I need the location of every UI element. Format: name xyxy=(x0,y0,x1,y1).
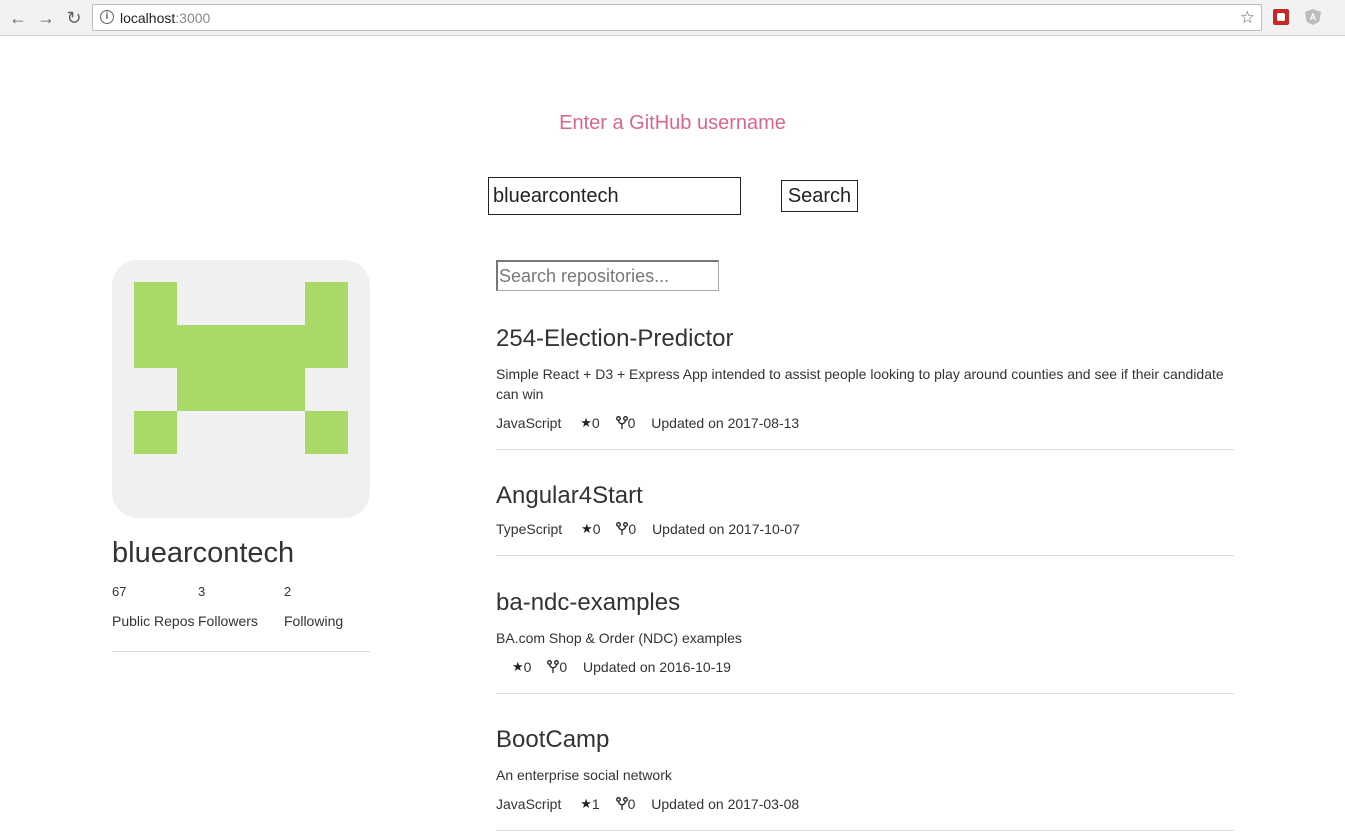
repo-search-input[interactable] xyxy=(496,260,719,291)
star-icon: ★ xyxy=(580,415,592,431)
angular-extension-icon[interactable]: A xyxy=(1305,9,1321,25)
username-input[interactable] xyxy=(488,177,741,215)
fork-count: 0 xyxy=(627,415,636,432)
avatar-pixel xyxy=(305,411,348,454)
star-count: 0 xyxy=(592,521,601,538)
page-headline: Enter a GitHub username xyxy=(559,112,786,134)
fork-count: 0 xyxy=(559,659,568,676)
fork-count: 0 xyxy=(628,521,637,538)
repo-name-link[interactable]: Angular4Start xyxy=(496,482,1234,510)
fork-count: 0 xyxy=(627,796,636,813)
repo-description: BA.com Shop & Order (NDC) examples xyxy=(496,630,742,646)
reload-icon[interactable]: ↻ xyxy=(62,6,86,30)
star-icon: ★ xyxy=(512,659,524,675)
repo-updated: Updated on 2017-03-08 xyxy=(651,796,800,813)
url-port: :3000 xyxy=(175,10,211,26)
fork-icon xyxy=(616,522,629,536)
star-count: 1 xyxy=(591,796,600,813)
followers-label: Followers xyxy=(198,613,258,629)
avatar-pixel xyxy=(134,411,177,454)
public-repos-count: 67 xyxy=(112,584,127,599)
star-count: 0 xyxy=(591,415,600,432)
repo-divider xyxy=(496,693,1234,694)
repo-item: ba-ndc-examples BA.com Shop & Order (NDC… xyxy=(496,589,1234,694)
fork-icon xyxy=(615,797,628,811)
extension-icon[interactable] xyxy=(1273,9,1289,25)
repo-meta: JavaScript ★0 0 Updated on 2017-08-13 xyxy=(496,414,1234,434)
repo-meta: JavaScript ★1 0 Updated on 2017-03-08 xyxy=(496,795,1234,815)
avatar xyxy=(112,260,370,518)
following-count: 2 xyxy=(284,584,292,599)
browser-toolbar: ← → ↻ i localhost:3000 ☆ A xyxy=(0,0,1345,36)
bookmark-star-icon[interactable]: ☆ xyxy=(1240,8,1255,28)
profile-divider xyxy=(112,651,370,652)
repo-divider xyxy=(496,555,1234,556)
url-host: localhost xyxy=(120,10,176,26)
fork-icon xyxy=(547,660,560,674)
search-button[interactable]: Search xyxy=(781,180,858,212)
repo-updated: Updated on 2017-08-13 xyxy=(651,415,800,432)
followers-count: 3 xyxy=(198,584,206,599)
repo-item: 254-Election-Predictor Simple React + D3… xyxy=(496,325,1234,450)
repo-name-link[interactable]: 254-Election-Predictor xyxy=(496,325,1234,353)
repo-divider xyxy=(496,830,1234,831)
info-icon[interactable]: i xyxy=(100,10,114,24)
repo-updated: Updated on 2016-10-19 xyxy=(583,659,731,676)
repo-updated: Updated on 2017-10-07 xyxy=(652,521,800,538)
repo-language: TypeScript xyxy=(496,521,563,538)
address-bar[interactable]: i localhost:3000 ☆ xyxy=(92,4,1262,31)
star-icon: ★ xyxy=(580,796,592,812)
repo-description: An enterprise social network xyxy=(496,767,672,783)
profile-name: bluearcontech xyxy=(112,537,295,569)
repo-item: BootCamp An enterprise social network Ja… xyxy=(496,726,1234,831)
repo-meta: TypeScript ★0 0 Updated on 2017-10-07 xyxy=(496,520,1234,540)
repo-language: JavaScript xyxy=(496,796,562,813)
following-label: Following xyxy=(284,613,344,629)
repo-item: Angular4Start TypeScript ★0 0 Updated on… xyxy=(496,482,1234,556)
repo-name-link[interactable]: BootCamp xyxy=(496,726,1234,754)
public-repos-label: Public Repos xyxy=(112,613,195,629)
repo-meta: ★0 0 Updated on 2016-10-19 xyxy=(496,658,1234,678)
forward-arrow-icon[interactable]: → xyxy=(34,6,58,30)
star-icon: ★ xyxy=(581,521,593,537)
back-arrow-icon[interactable]: ← xyxy=(6,6,30,30)
avatar-pixel xyxy=(134,325,348,368)
repo-name-link[interactable]: ba-ndc-examples xyxy=(496,589,1234,617)
star-count: 0 xyxy=(523,659,532,676)
repo-description: Simple React + D3 + Express App intended… xyxy=(496,366,1224,402)
repo-divider xyxy=(496,449,1234,450)
avatar-pixel xyxy=(305,282,348,325)
fork-icon xyxy=(615,416,628,430)
avatar-pixel xyxy=(177,368,305,411)
avatar-pixel xyxy=(134,282,177,325)
repo-language: JavaScript xyxy=(496,415,562,432)
url-text: localhost:3000 xyxy=(120,10,210,26)
